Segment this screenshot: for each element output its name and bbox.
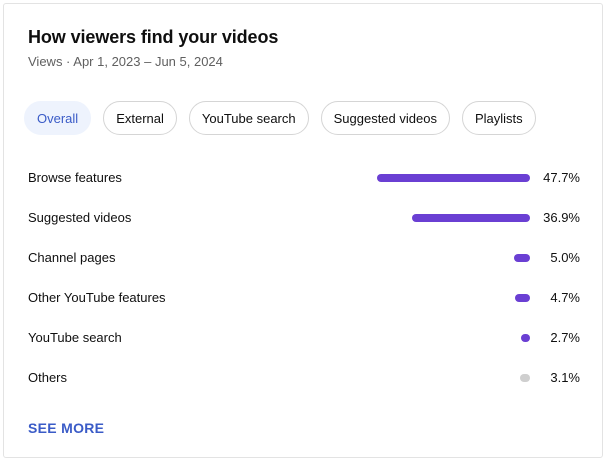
source-bar bbox=[514, 254, 530, 262]
traffic-sources-card: How viewers find your videos Views · Apr… bbox=[3, 3, 603, 458]
source-value: 36.9% bbox=[543, 210, 580, 225]
source-value: 5.0% bbox=[550, 250, 580, 265]
source-value: 4.7% bbox=[550, 290, 580, 305]
source-label: Channel pages bbox=[28, 250, 116, 265]
source-label: Browse features bbox=[28, 170, 122, 185]
source-bar bbox=[377, 174, 530, 182]
tab-playlists[interactable]: Playlists bbox=[461, 101, 536, 135]
source-row-channel-pages: Channel pages 5.0% bbox=[28, 237, 580, 277]
source-row-others: Others 3.1% bbox=[28, 357, 580, 397]
source-row-other-youtube-features: Other YouTube features 4.7% bbox=[28, 277, 580, 317]
tab-external[interactable]: External bbox=[103, 101, 177, 135]
tab-youtube-search[interactable]: YouTube search bbox=[188, 101, 309, 135]
source-row-youtube-search: YouTube search 2.7% bbox=[28, 317, 580, 357]
see-more-link[interactable]: SEE MORE bbox=[28, 420, 104, 436]
tab-suggested-videos[interactable]: Suggested videos bbox=[320, 101, 450, 135]
source-bar bbox=[514, 294, 530, 302]
source-row-browse-features: Browse features 47.7% bbox=[28, 157, 580, 197]
card-subtitle: Views · Apr 1, 2023 – Jun 5, 2024 bbox=[28, 54, 223, 69]
card-title: How viewers find your videos bbox=[28, 27, 279, 47]
source-label: Others bbox=[28, 370, 68, 385]
source-bar bbox=[411, 214, 530, 222]
source-bar bbox=[521, 334, 530, 342]
source-value: 3.1% bbox=[550, 370, 580, 385]
source-label: Suggested videos bbox=[28, 210, 132, 225]
source-label: Other YouTube features bbox=[28, 290, 166, 305]
source-bar bbox=[520, 374, 530, 382]
source-label: YouTube search bbox=[28, 330, 122, 345]
tab-overall[interactable]: Overall bbox=[24, 101, 92, 135]
traffic-source-list: Browse features 47.7% Suggested videos 3… bbox=[28, 157, 580, 397]
filter-tabs: Overall External YouTube search Suggeste… bbox=[24, 101, 536, 135]
source-row-suggested-videos: Suggested videos 36.9% bbox=[28, 197, 580, 237]
source-value: 47.7% bbox=[543, 170, 580, 185]
source-value: 2.7% bbox=[550, 330, 580, 345]
